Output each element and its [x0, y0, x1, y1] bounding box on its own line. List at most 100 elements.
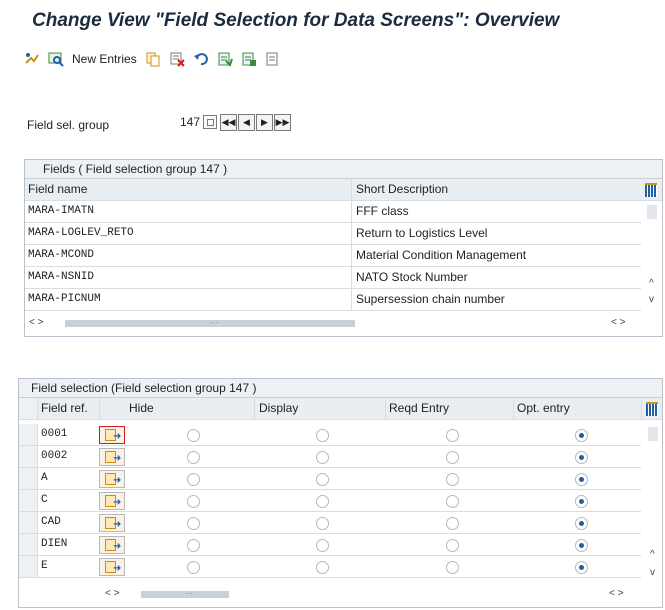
column-header-hide[interactable]: Hide [129, 398, 154, 419]
column-header-short-description[interactable]: Short Description [356, 179, 448, 200]
display-radio[interactable] [316, 561, 329, 574]
find-icon[interactable] [48, 51, 64, 67]
scroll-down-icon[interactable]: v [650, 567, 655, 578]
field-name-cell: MARA-MCOND [28, 249, 95, 261]
table-settings-icon[interactable] [645, 183, 657, 197]
opt-entry-radio[interactable] [575, 539, 588, 552]
field-reference-icon[interactable]: ➜ [99, 536, 125, 554]
table-row[interactable]: C ➜ [19, 490, 641, 512]
opt-entry-radio[interactable] [575, 451, 588, 464]
opt-entry-radio[interactable] [575, 517, 588, 530]
table-row[interactable]: MARA-LOGLEV_RETO Return to Logistics Lev… [25, 223, 641, 245]
first-page-button[interactable]: ◀◀ [220, 114, 237, 131]
page-title: Change View "Field Selection for Data Sc… [32, 10, 560, 31]
opt-entry-radio[interactable] [575, 429, 588, 442]
row-selector[interactable] [19, 534, 38, 555]
next-page-button[interactable]: ▶ [256, 114, 273, 131]
opt-entry-radio[interactable] [575, 561, 588, 574]
field-name-cell: MARA-IMATN [28, 205, 95, 217]
reqd-entry-radio[interactable] [446, 451, 459, 464]
table-row[interactable]: 0002 ➜ [19, 446, 641, 468]
reqd-entry-radio[interactable] [446, 517, 459, 530]
field-name-cell: MARA-NSNID [28, 271, 95, 283]
horizontal-scroll-left-right[interactable]: < > [105, 587, 119, 601]
scroll-up-icon[interactable]: ^ [649, 278, 654, 289]
hide-radio[interactable] [187, 473, 200, 486]
field-sel-group-value[interactable]: 147 [170, 114, 200, 130]
display-radio[interactable] [316, 429, 329, 442]
row-selector[interactable] [19, 512, 38, 533]
deselect-all-icon[interactable] [265, 51, 281, 67]
display-radio[interactable] [316, 517, 329, 530]
vertical-scrollbar-thumb[interactable] [648, 427, 658, 441]
field-reference-icon[interactable]: ➜ [99, 448, 125, 466]
short-description-cell: Return to Logistics Level [356, 226, 488, 240]
reqd-entry-radio[interactable] [446, 473, 459, 486]
previous-page-button[interactable]: ◀ [238, 114, 255, 131]
hide-radio[interactable] [187, 451, 200, 464]
horizontal-scrollbar-thumb[interactable]: ··· [65, 319, 355, 327]
row-selector[interactable] [19, 490, 38, 511]
copy-icon[interactable] [145, 51, 161, 67]
field-reference-icon[interactable]: ➜ [99, 558, 125, 576]
field-ref-cell: 0002 [41, 450, 68, 462]
horizontal-scrollbar-thumb[interactable]: ··· [141, 590, 229, 598]
value-help-icon[interactable] [203, 115, 217, 129]
field-reference-icon[interactable]: ➜ [99, 426, 125, 444]
vertical-scrollbar-thumb[interactable] [647, 205, 657, 219]
hide-radio[interactable] [187, 495, 200, 508]
field-reference-icon[interactable]: ➜ [99, 514, 125, 532]
last-page-button[interactable]: ▶▶ [274, 114, 291, 131]
field-reference-icon[interactable]: ➜ [99, 470, 125, 488]
reqd-entry-radio[interactable] [446, 539, 459, 552]
table-row[interactable]: A ➜ [19, 468, 641, 490]
horizontal-scroll-left-right-right[interactable]: < > [611, 316, 625, 330]
hide-radio[interactable] [187, 517, 200, 530]
table-row[interactable]: CAD ➜ [19, 512, 641, 534]
select-all-icon[interactable] [217, 51, 233, 67]
new-entries-button[interactable]: New Entries [72, 52, 137, 66]
row-selector[interactable] [19, 424, 38, 445]
fields-header-row: Field name Short Description [25, 179, 662, 201]
reqd-entry-radio[interactable] [446, 495, 459, 508]
display-radio[interactable] [316, 495, 329, 508]
short-description-cell: NATO Stock Number [356, 270, 468, 284]
scroll-down-icon[interactable]: v [649, 294, 654, 305]
display-radio[interactable] [316, 539, 329, 552]
hide-radio[interactable] [187, 539, 200, 552]
reqd-entry-radio[interactable] [446, 429, 459, 442]
column-header-reqd-entry[interactable]: Reqd Entry [389, 398, 449, 419]
table-row[interactable]: MARA-MCOND Material Condition Management [25, 245, 641, 267]
display-radio[interactable] [316, 473, 329, 486]
scroll-up-icon[interactable]: ^ [650, 549, 655, 560]
undo-icon[interactable] [193, 51, 209, 67]
row-selector[interactable] [19, 468, 38, 489]
opt-entry-radio[interactable] [575, 495, 588, 508]
row-selector[interactable] [19, 446, 38, 467]
reqd-entry-radio[interactable] [446, 561, 459, 574]
hide-radio[interactable] [187, 561, 200, 574]
opt-entry-radio[interactable] [575, 473, 588, 486]
hide-radio[interactable] [187, 429, 200, 442]
table-settings-icon[interactable] [646, 402, 658, 416]
table-row[interactable]: 0001 ➜ [19, 424, 641, 446]
display-change-icon[interactable] [24, 51, 40, 67]
table-row[interactable]: MARA-PICNUM Supersession chain number [25, 289, 641, 311]
table-row[interactable]: E ➜ [19, 556, 641, 578]
horizontal-scroll-left-right[interactable]: < > [29, 316, 43, 330]
select-block-icon[interactable] [241, 51, 257, 67]
column-header-opt-entry[interactable]: Opt. entry [517, 398, 570, 419]
short-description-cell: FFF class [356, 204, 409, 218]
column-header-field-name[interactable]: Field name [28, 179, 87, 200]
table-row[interactable]: DIEN ➜ [19, 534, 641, 556]
column-header-display[interactable]: Display [259, 398, 298, 419]
delete-icon[interactable] [169, 51, 185, 67]
column-header-field-ref[interactable]: Field ref. [41, 398, 88, 419]
display-radio[interactable] [316, 451, 329, 464]
fields-panel-title: Fields ( Field selection group 147 ) [25, 160, 662, 179]
row-selector[interactable] [19, 556, 38, 577]
field-reference-icon[interactable]: ➜ [99, 492, 125, 510]
table-row[interactable]: MARA-IMATN FFF class [25, 201, 641, 223]
horizontal-scroll-left-right-right[interactable]: < > [609, 587, 623, 601]
table-row[interactable]: MARA-NSNID NATO Stock Number [25, 267, 641, 289]
